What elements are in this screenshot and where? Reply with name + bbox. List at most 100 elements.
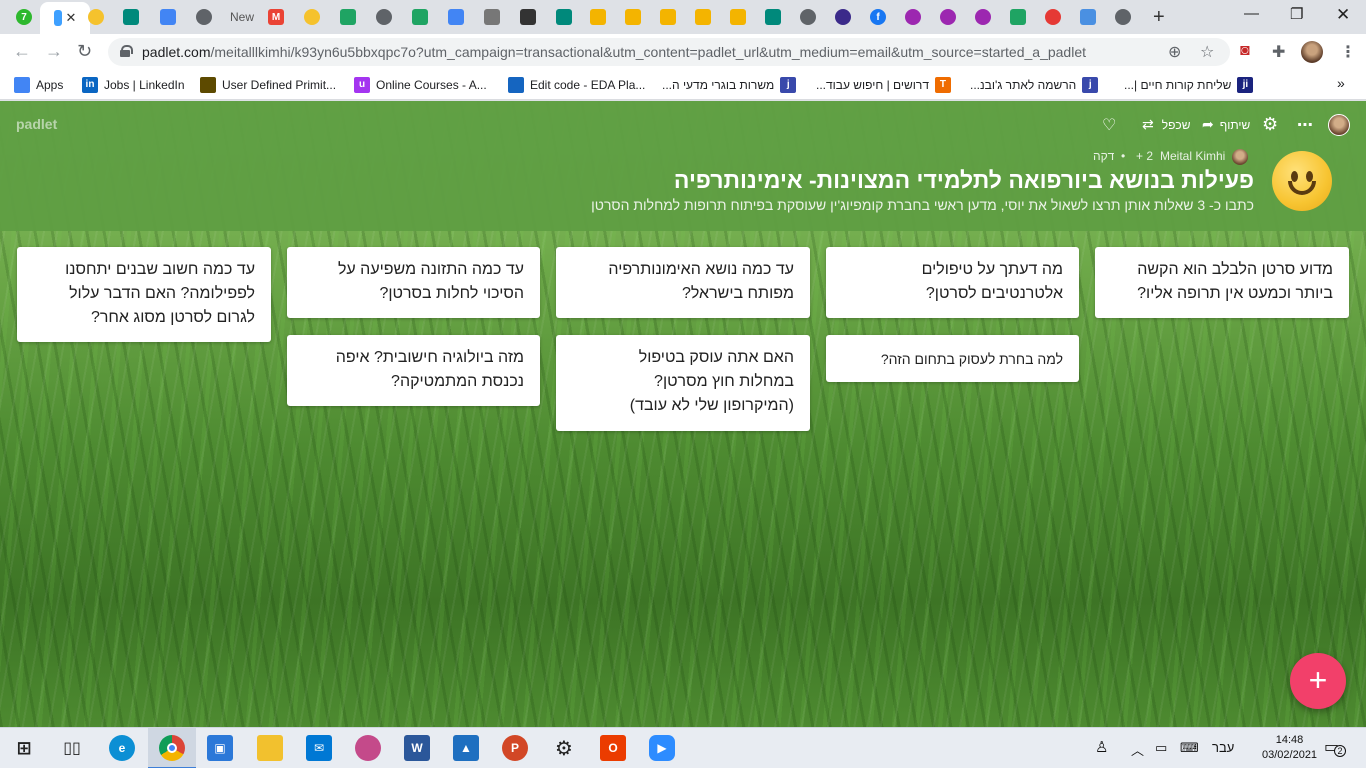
tab[interactable]: [584, 6, 612, 28]
extension-icon[interactable]: ◙: [1240, 42, 1250, 60]
tab[interactable]: [759, 6, 787, 28]
clock[interactable]: 14:48 03/02/2021: [1262, 733, 1317, 763]
more-options-icon[interactable]: ⋯: [1297, 115, 1313, 135]
task-view-icon[interactable]: ▯▯: [59, 735, 85, 761]
jobnet-icon: ji: [1237, 77, 1254, 93]
remake-button[interactable]: ⇄ שכפל: [1136, 116, 1190, 133]
close-tab-icon[interactable]: ✕: [66, 10, 77, 26]
docs-icon: [160, 9, 176, 25]
keyboard-icon[interactable]: ⌨: [1180, 740, 1199, 756]
chrome-icon[interactable]: [159, 735, 185, 761]
contributors-count[interactable]: + 2: [1136, 149, 1153, 163]
bookmark-apps[interactable]: Apps: [14, 77, 63, 93]
bookmark-star-icon[interactable]: ☆: [1200, 42, 1214, 62]
word-icon[interactable]: W: [404, 735, 430, 761]
mail-icon[interactable]: ✉: [306, 735, 332, 761]
restore-icon[interactable]: ❐: [1290, 5, 1303, 23]
tab[interactable]: [1074, 6, 1102, 28]
heart-icon[interactable]: ♡: [1102, 115, 1116, 135]
tab[interactable]: [117, 6, 145, 28]
tab[interactable]: [724, 6, 752, 28]
settings-gear-icon[interactable]: ⚙: [551, 735, 577, 761]
padlet-logo[interactable]: padlet: [16, 116, 57, 132]
edge-icon[interactable]: e: [109, 735, 135, 761]
address-bar[interactable]: padlet.com/meitalllkimhi/k93yn6u5bbxqpc7…: [108, 38, 1230, 66]
tray-chevron-icon[interactable]: ︿: [1131, 740, 1144, 759]
bookmark-send-cv[interactable]: ji שליחת קורות חיים |...: [1124, 77, 1254, 93]
photos-icon[interactable]: ▲: [453, 735, 479, 761]
tab[interactable]: [899, 6, 927, 28]
tab[interactable]: [550, 6, 578, 28]
tab[interactable]: [298, 6, 326, 28]
paint-icon[interactable]: [355, 735, 381, 761]
post-card[interactable]: עד כמה התזונה משפיעה על הסיכוי לחלות בסר…: [287, 247, 540, 318]
tab[interactable]: [689, 6, 717, 28]
tab[interactable]: [1109, 6, 1137, 28]
post-card[interactable]: מה דעתך על טיפולים אלטרנטיבים לסרטן?: [826, 247, 1079, 318]
tab[interactable]: f: [864, 6, 892, 28]
chrome-menu-icon[interactable]: ⋮: [1340, 42, 1356, 62]
bookmark-udemy[interactable]: u Online Courses - A...: [354, 77, 487, 93]
post-card[interactable]: מזה ביולוגיה חישובית? איפה נכנסת המתמטיק…: [287, 335, 540, 406]
tab[interactable]: [370, 6, 398, 28]
post-card[interactable]: עד כמה נושא האימונותרפיה מפותח בישראל?: [556, 247, 810, 318]
zoom-icon[interactable]: ▶: [649, 735, 675, 761]
tab-new[interactable]: New: [228, 6, 256, 28]
padlet-description: כתבו כ- 3 שאלות אותן תרצו לשאול את יוסי,…: [591, 197, 1254, 213]
tab[interactable]: [969, 6, 997, 28]
tab[interactable]: [406, 6, 434, 28]
minimize-icon[interactable]: —: [1244, 5, 1259, 22]
settings-gear-icon[interactable]: ⚙: [1262, 114, 1278, 135]
tab[interactable]: [1004, 6, 1032, 28]
tab[interactable]: [334, 6, 362, 28]
tab[interactable]: [82, 6, 110, 28]
tab[interactable]: [442, 6, 470, 28]
new-tab-plus-icon[interactable]: +: [1153, 7, 1165, 27]
bookmark-jobs-cs[interactable]: j משרות בוגרי מדעי ה...: [662, 77, 797, 93]
tab[interactable]: [619, 6, 647, 28]
tab[interactable]: [1039, 6, 1067, 28]
bookmark-eda[interactable]: Edit code - EDA Pla...: [508, 77, 645, 93]
language-indicator[interactable]: עבר: [1212, 740, 1234, 755]
profile-avatar[interactable]: [1301, 41, 1323, 63]
bookmark-linkedin[interactable]: in Jobs | LinkedIn: [82, 77, 185, 93]
notification-center-icon[interactable]: ▭ 2: [1324, 737, 1346, 757]
tab-gmail[interactable]: M: [262, 6, 290, 28]
windows-start-icon[interactable]: ⊞: [11, 735, 37, 761]
colorful-icon: [1045, 9, 1061, 25]
bookmarks-overflow-icon[interactable]: »: [1337, 75, 1345, 91]
close-window-icon[interactable]: ✕: [1336, 5, 1350, 25]
store-icon[interactable]: ▣: [207, 735, 233, 761]
people-icon[interactable]: ♙: [1095, 738, 1108, 756]
tab[interactable]: [154, 6, 182, 28]
extensions-puzzle-icon[interactable]: ✚: [1272, 42, 1285, 62]
post-card[interactable]: עד כמה חשוב שבנים יתחסנו לפפילומה? האם ה…: [17, 247, 271, 342]
add-to-reading-icon[interactable]: ⊕: [1168, 42, 1181, 62]
tab[interactable]: [654, 6, 682, 28]
tab-green-7[interactable]: 7: [10, 6, 38, 28]
share-button[interactable]: ➦ שיתוף: [1196, 116, 1250, 133]
colorful-icon: [905, 9, 921, 25]
bookmark-user-defined[interactable]: User Defined Primit...: [200, 77, 336, 93]
bookmark-drushim[interactable]: T דרושים | חיפוש עבוד...: [816, 77, 951, 93]
back-arrow-icon[interactable]: ←: [13, 42, 31, 60]
network-icon[interactable]: ▭: [1155, 740, 1167, 756]
tab[interactable]: [514, 6, 542, 28]
file-explorer-icon[interactable]: [257, 735, 283, 761]
tab[interactable]: [478, 6, 506, 28]
post-card[interactable]: האם אתה עוסק בטיפול במחלות חוץ מסרטן? (ה…: [556, 335, 810, 431]
tab[interactable]: [794, 6, 822, 28]
post-card[interactable]: מדוע סרטן הלבלב הוא הקשה ביותר וכמעט אין…: [1095, 247, 1349, 318]
author-name[interactable]: Meital Kimhi: [1160, 149, 1225, 163]
tab[interactable]: [829, 6, 857, 28]
post-card[interactable]: למה בחרת לעסוק בתחום הזה?: [826, 335, 1079, 382]
reload-icon[interactable]: ↻: [77, 42, 92, 60]
tab[interactable]: [934, 6, 962, 28]
add-post-button[interactable]: +: [1290, 653, 1346, 709]
office-icon[interactable]: O: [600, 735, 626, 761]
tab[interactable]: [190, 6, 218, 28]
powerpoint-icon[interactable]: P: [502, 735, 528, 761]
user-avatar[interactable]: [1328, 114, 1350, 136]
forward-arrow-icon[interactable]: →: [45, 42, 63, 60]
bookmark-jobnet-register[interactable]: j הרשמה לאתר ג'ובנ...: [970, 77, 1099, 93]
